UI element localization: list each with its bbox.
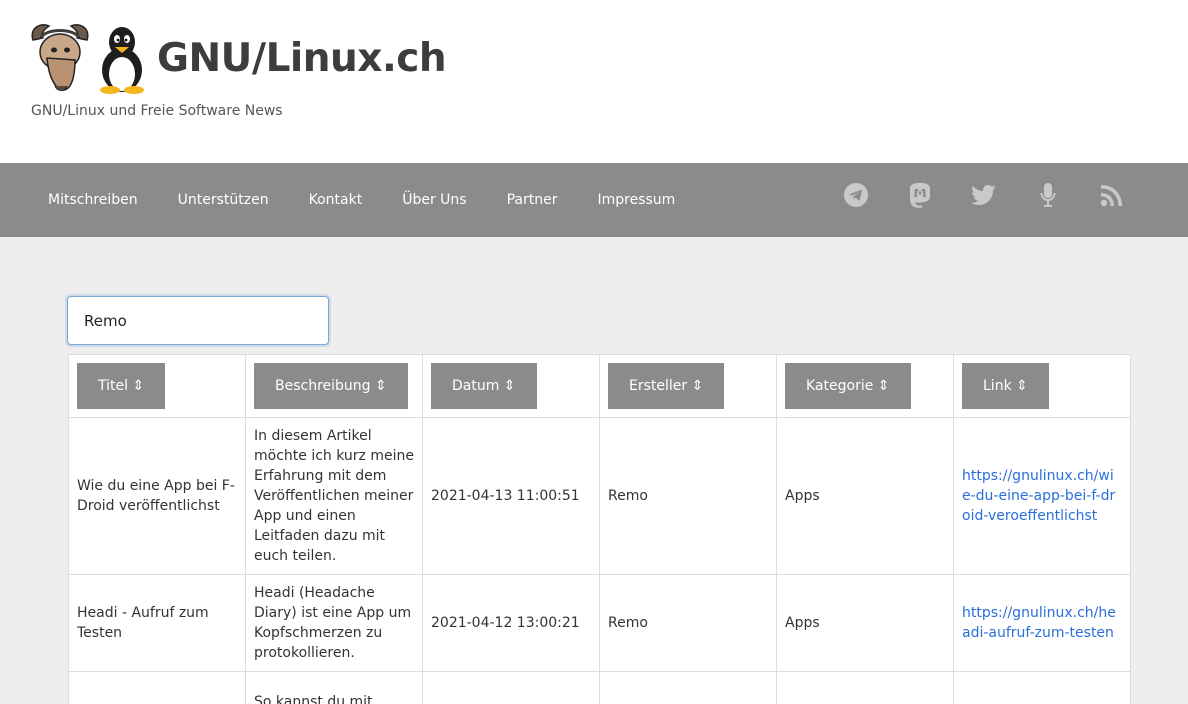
header-cell-ersteller: Ersteller ⇕ — [599, 354, 777, 418]
cell-date: 2021-04-12 13:00:21 — [422, 574, 600, 672]
cell-link: https://gnulinux.ch/wie-du-eine-app-bei-… — [953, 417, 1131, 575]
cell-title — [68, 671, 246, 704]
sort-link-button[interactable]: Link ⇕ — [962, 363, 1049, 409]
cell-link: https://gnulinux.ch/headi-aufruf-zum-tes… — [953, 574, 1131, 672]
cell-description: In diesem Artikel möchte ich kurz meine … — [245, 417, 423, 575]
tux-icon — [100, 27, 144, 94]
cell-description: So kannst du mit — [245, 671, 423, 704]
telegram-icon[interactable] — [824, 178, 888, 212]
social-links — [824, 178, 1144, 212]
cell-title: Wie du eine App bei F-Droid veröffentlic… — [68, 417, 246, 575]
nav-links: Mitschreiben Unterstützen Kontakt Über U… — [28, 163, 695, 237]
nav-link-ueber-uns[interactable]: Über Uns — [382, 192, 486, 208]
header-cell-titel: Titel ⇕ — [68, 354, 246, 418]
cell-author — [599, 671, 777, 704]
site-title[interactable]: GNU/Linux.ch — [157, 36, 447, 81]
header-cell-datum: Datum ⇕ — [422, 354, 600, 418]
table-row: So kannst du mit — [68, 671, 1131, 704]
twitter-icon[interactable] — [952, 178, 1016, 212]
header-cell-kategorie: Kategorie ⇕ — [776, 354, 954, 418]
cell-description: Headi (Headache Diary) ist eine App um K… — [245, 574, 423, 672]
table-row: Headi - Aufruf zum Testen Headi (Headach… — [68, 574, 1131, 672]
rss-icon[interactable] — [1080, 178, 1144, 212]
sort-ersteller-button[interactable]: Ersteller ⇕ — [608, 363, 725, 409]
cell-category — [776, 671, 954, 704]
cell-category: Apps — [776, 417, 954, 575]
search-input[interactable] — [67, 296, 329, 345]
microphone-icon[interactable] — [1016, 178, 1080, 212]
article-link[interactable]: https://gnulinux.ch/wie-du-eine-app-bei-… — [962, 468, 1115, 524]
main-navbar: Mitschreiben Unterstützen Kontakt Über U… — [0, 163, 1188, 237]
cell-author: Remo — [599, 574, 777, 672]
article-link[interactable]: https://gnulinux.ch/headi-aufruf-zum-tes… — [962, 605, 1116, 641]
header-cell-link: Link ⇕ — [953, 354, 1131, 418]
header-cell-beschreibung: Beschreibung ⇕ — [245, 354, 423, 418]
gnu-head-icon — [31, 24, 89, 91]
sort-datum-button[interactable]: Datum ⇕ — [431, 363, 537, 409]
results-table: Titel ⇕ Beschreibung ⇕ Datum ⇕ Ersteller… — [68, 354, 1131, 704]
mastodon-icon[interactable] — [888, 178, 952, 212]
table-row: Wie du eine App bei F-Droid veröffentlic… — [68, 417, 1131, 575]
cell-date: 2021-04-13 11:00:51 — [422, 417, 600, 575]
nav-link-impressum[interactable]: Impressum — [577, 192, 695, 208]
cell-title: Headi - Aufruf zum Testen — [68, 574, 246, 672]
site-header: GNU/Linux.ch GNU/Linux und Freie Softwar… — [0, 0, 1188, 163]
cell-author: Remo — [599, 417, 777, 575]
nav-link-partner[interactable]: Partner — [487, 192, 578, 208]
site-tagline: GNU/Linux und Freie Software News — [31, 103, 283, 119]
cell-category: Apps — [776, 574, 954, 672]
nav-link-kontakt[interactable]: Kontakt — [289, 192, 383, 208]
table-header-row: Titel ⇕ Beschreibung ⇕ Datum ⇕ Ersteller… — [68, 354, 1131, 418]
sort-titel-button[interactable]: Titel ⇕ — [77, 363, 166, 409]
nav-link-mitschreiben[interactable]: Mitschreiben — [28, 192, 158, 208]
sort-beschreibung-button[interactable]: Beschreibung ⇕ — [254, 363, 408, 409]
site-logo[interactable] — [27, 22, 151, 94]
sort-kategorie-button[interactable]: Kategorie ⇕ — [785, 363, 911, 409]
nav-link-unterstuetzen[interactable]: Unterstützen — [158, 192, 289, 208]
cell-link — [953, 671, 1131, 704]
cell-date — [422, 671, 600, 704]
